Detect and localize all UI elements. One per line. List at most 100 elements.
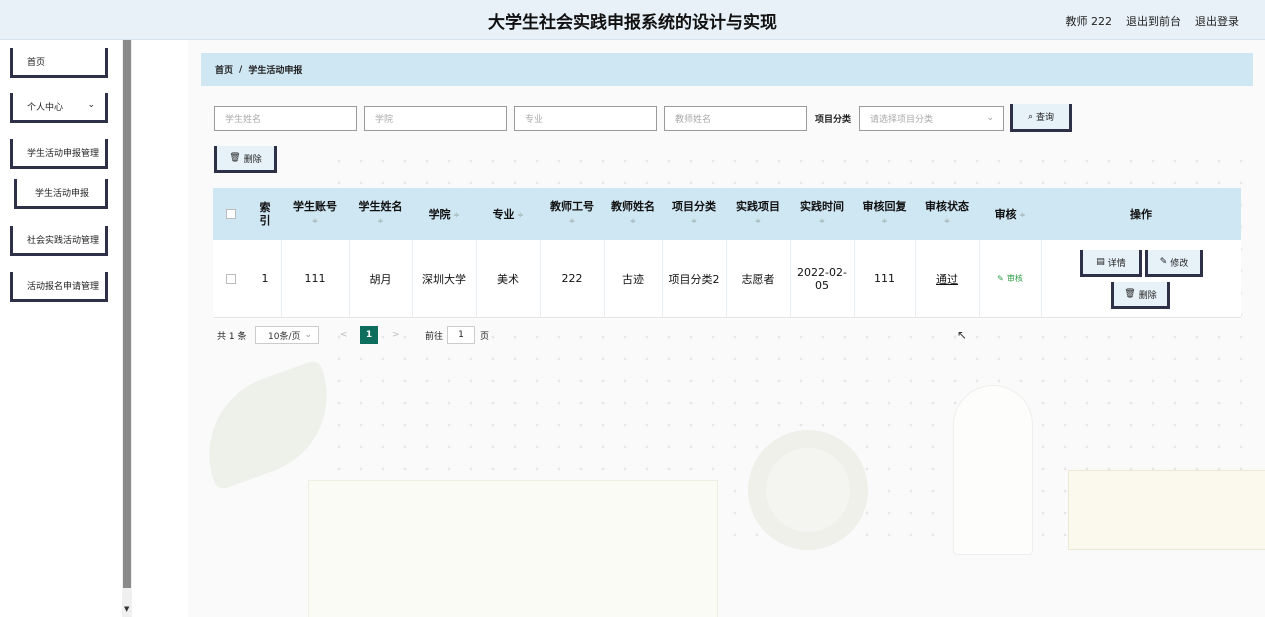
header-college[interactable]: 学院 ≑ — [412, 188, 476, 240]
chevron-down-icon: ⌄ — [986, 113, 994, 123]
header-actions: 教师 222 退出到前台 退出登录 — [1066, 13, 1240, 29]
header-label: 学院 — [428, 207, 451, 221]
sidebar-item-label: 学生活动申报 — [35, 189, 90, 199]
header-index-line1: 索 — [259, 201, 271, 214]
breadcrumb-home[interactable]: 首页 — [215, 63, 233, 76]
row-delete-button[interactable]: 🗑 删除 — [1111, 282, 1170, 309]
scrollbar-thumb[interactable] — [123, 40, 131, 588]
category-select[interactable]: 请选择项目分类 ⌄ — [859, 106, 1004, 131]
detail-button[interactable]: ▤ 详情 — [1080, 250, 1142, 277]
bulk-delete-label: 删除 — [243, 154, 262, 165]
header-label: 操作 — [1130, 207, 1152, 221]
header-project[interactable]: 实践项目 ≑ — [726, 188, 790, 240]
cell-project: 志愿者 — [741, 272, 775, 286]
audit-link[interactable]: ✎ 审核 — [979, 240, 1041, 317]
header-major[interactable]: 专业 ≑ — [476, 188, 540, 240]
cell-major: 美术 — [497, 272, 519, 286]
header-label: 审核状态 — [925, 200, 969, 213]
sort-icon[interactable]: ≑ — [454, 209, 460, 222]
cell-time-line1: 2022-02- — [797, 265, 847, 279]
header-time[interactable]: 实践时间 ≑ — [790, 188, 854, 240]
sidebar-item-label: 首页 — [27, 58, 46, 68]
sort-icon[interactable]: ≑ — [691, 215, 697, 228]
sort-icon[interactable]: ≑ — [312, 215, 318, 228]
cylinder-decoration — [953, 385, 1033, 555]
sort-icon[interactable]: ≑ — [1020, 209, 1026, 222]
header-label: 教师工号 — [550, 200, 594, 213]
plant-leaf-decoration — [188, 358, 350, 492]
sort-icon[interactable]: ≑ — [378, 215, 384, 228]
teacher-name-input[interactable]: 教师姓名 — [664, 106, 807, 131]
logout-link[interactable]: 退出登录 — [1195, 13, 1239, 29]
sidebar-item-student-activity[interactable]: 学生活动申报 — [14, 179, 108, 209]
edit-button[interactable]: ✎ 修改 — [1145, 250, 1203, 277]
header-student-name[interactable]: 学生姓名 ≑ — [349, 188, 412, 240]
sort-icon[interactable]: ≑ — [755, 215, 761, 228]
header-student-account[interactable]: 学生账号 ≑ — [281, 188, 349, 240]
sidebar-item-social-practice-management[interactable]: 社会实践活动管理 — [10, 226, 108, 256]
goto-prefix: 前往 — [425, 331, 444, 342]
pagination-total: 共 1 条 — [217, 331, 247, 342]
sort-icon[interactable]: ≑ — [518, 209, 524, 222]
sidebar-item-label: 社会实践活动管理 — [27, 236, 100, 246]
detail-button-label: 详情 — [1107, 258, 1126, 269]
header-teacher-id[interactable]: 教师工号 ≑ — [540, 188, 604, 240]
sidebar-item-registration-management[interactable]: 活动报名申请管理 — [10, 272, 108, 302]
edit-button-label: 修改 — [1170, 258, 1189, 269]
cell-time-line2: 05 — [815, 278, 829, 292]
table-header: 索 引 学生账号 ≑ 学生姓名 ≑ 学院 ≑ 专业 ≑ 教师工号 ≑ 教师姓名 … — [213, 188, 1241, 240]
header-label: 实践项目 — [736, 200, 780, 213]
sidebar-scrollbar[interactable]: ▼ — [122, 40, 132, 617]
cell-college: 深圳大学 — [422, 272, 466, 286]
sort-icon[interactable]: ≑ — [944, 215, 950, 228]
header-label: 教师姓名 — [611, 200, 655, 213]
sort-icon[interactable]: ≑ — [819, 215, 825, 228]
breadcrumb-current: 学生活动申报 — [248, 66, 303, 76]
sort-icon[interactable]: ≑ — [882, 215, 888, 228]
college-input[interactable]: 学院 — [364, 106, 507, 131]
major-input[interactable]: 专业 — [514, 106, 657, 131]
category-label: 项目分类 — [815, 115, 852, 125]
table-row: 1 111 胡月 深圳大学 美术 222 古迹 项目分类2 志愿者 2022-0… — [213, 240, 1241, 318]
page-size-value: 10条/页 — [268, 331, 301, 342]
header-teacher-name[interactable]: 教师姓名 ≑ — [604, 188, 662, 240]
sidebar-item-personal-center[interactable]: 个人中心 ⌄ — [10, 93, 108, 123]
block-decoration — [1068, 470, 1265, 550]
sidebar: 首页 个人中心 ⌄ 学生活动申报管理 学生活动申报 社会实践活动管理 活动报名申… — [0, 40, 132, 617]
chevron-down-icon: ⌄ — [304, 330, 312, 340]
sort-icon[interactable]: ≑ — [630, 215, 636, 228]
chevron-down-icon: ⌄ — [87, 100, 95, 110]
prev-page-button[interactable]: < — [340, 326, 348, 344]
sidebar-item-home[interactable]: 首页 — [10, 48, 108, 78]
search-icon: ⌕ — [1027, 111, 1034, 122]
sidebar-item-label: 个人中心 — [27, 103, 64, 113]
breadcrumb-separator: / — [239, 64, 243, 75]
header-category[interactable]: 项目分类 ≑ — [662, 188, 726, 240]
page-size-select[interactable]: 10条/页 ⌄ — [255, 326, 319, 344]
student-name-input[interactable]: 学生姓名 — [214, 106, 357, 131]
exit-to-front-link[interactable]: 退出到前台 — [1126, 13, 1181, 29]
bulk-delete-button[interactable]: 🗑 删除 — [214, 146, 277, 173]
cell-teacher-name: 古迹 — [622, 272, 644, 286]
row-checkbox[interactable] — [226, 273, 236, 284]
sort-icon[interactable]: ≑ — [569, 215, 575, 228]
select-all-checkbox[interactable] — [226, 209, 236, 219]
current-page[interactable]: 1 — [360, 326, 378, 344]
scroll-down-arrow-icon[interactable]: ▼ — [124, 605, 129, 613]
header-audit[interactable]: 审核 ≑ — [979, 188, 1041, 240]
header-label: 学生账号 — [293, 200, 337, 213]
header-index: 索 引 — [249, 188, 281, 240]
header-reply[interactable]: 审核回复 ≑ — [854, 188, 915, 240]
header-status[interactable]: 审核状态 ≑ — [915, 188, 979, 240]
sidebar-panel: 首页 个人中心 ⌄ 学生活动申报管理 学生活动申报 社会实践活动管理 活动报名申… — [0, 40, 122, 617]
trash-icon: 🗑 — [1124, 289, 1136, 299]
sidebar-item-student-activity-management[interactable]: 学生活动申报管理 — [10, 139, 108, 169]
goto-page-input[interactable]: 1 — [447, 326, 475, 344]
cell-status: 通过 — [915, 240, 979, 317]
cell-student-account: 111 — [304, 272, 326, 285]
header-label: 审核 — [994, 207, 1017, 221]
next-page-button[interactable]: > — [392, 326, 400, 344]
query-button[interactable]: ⌕ 查询 — [1010, 104, 1072, 132]
edit-pen-icon: ✎ — [1159, 257, 1168, 267]
box-decoration — [308, 480, 718, 617]
